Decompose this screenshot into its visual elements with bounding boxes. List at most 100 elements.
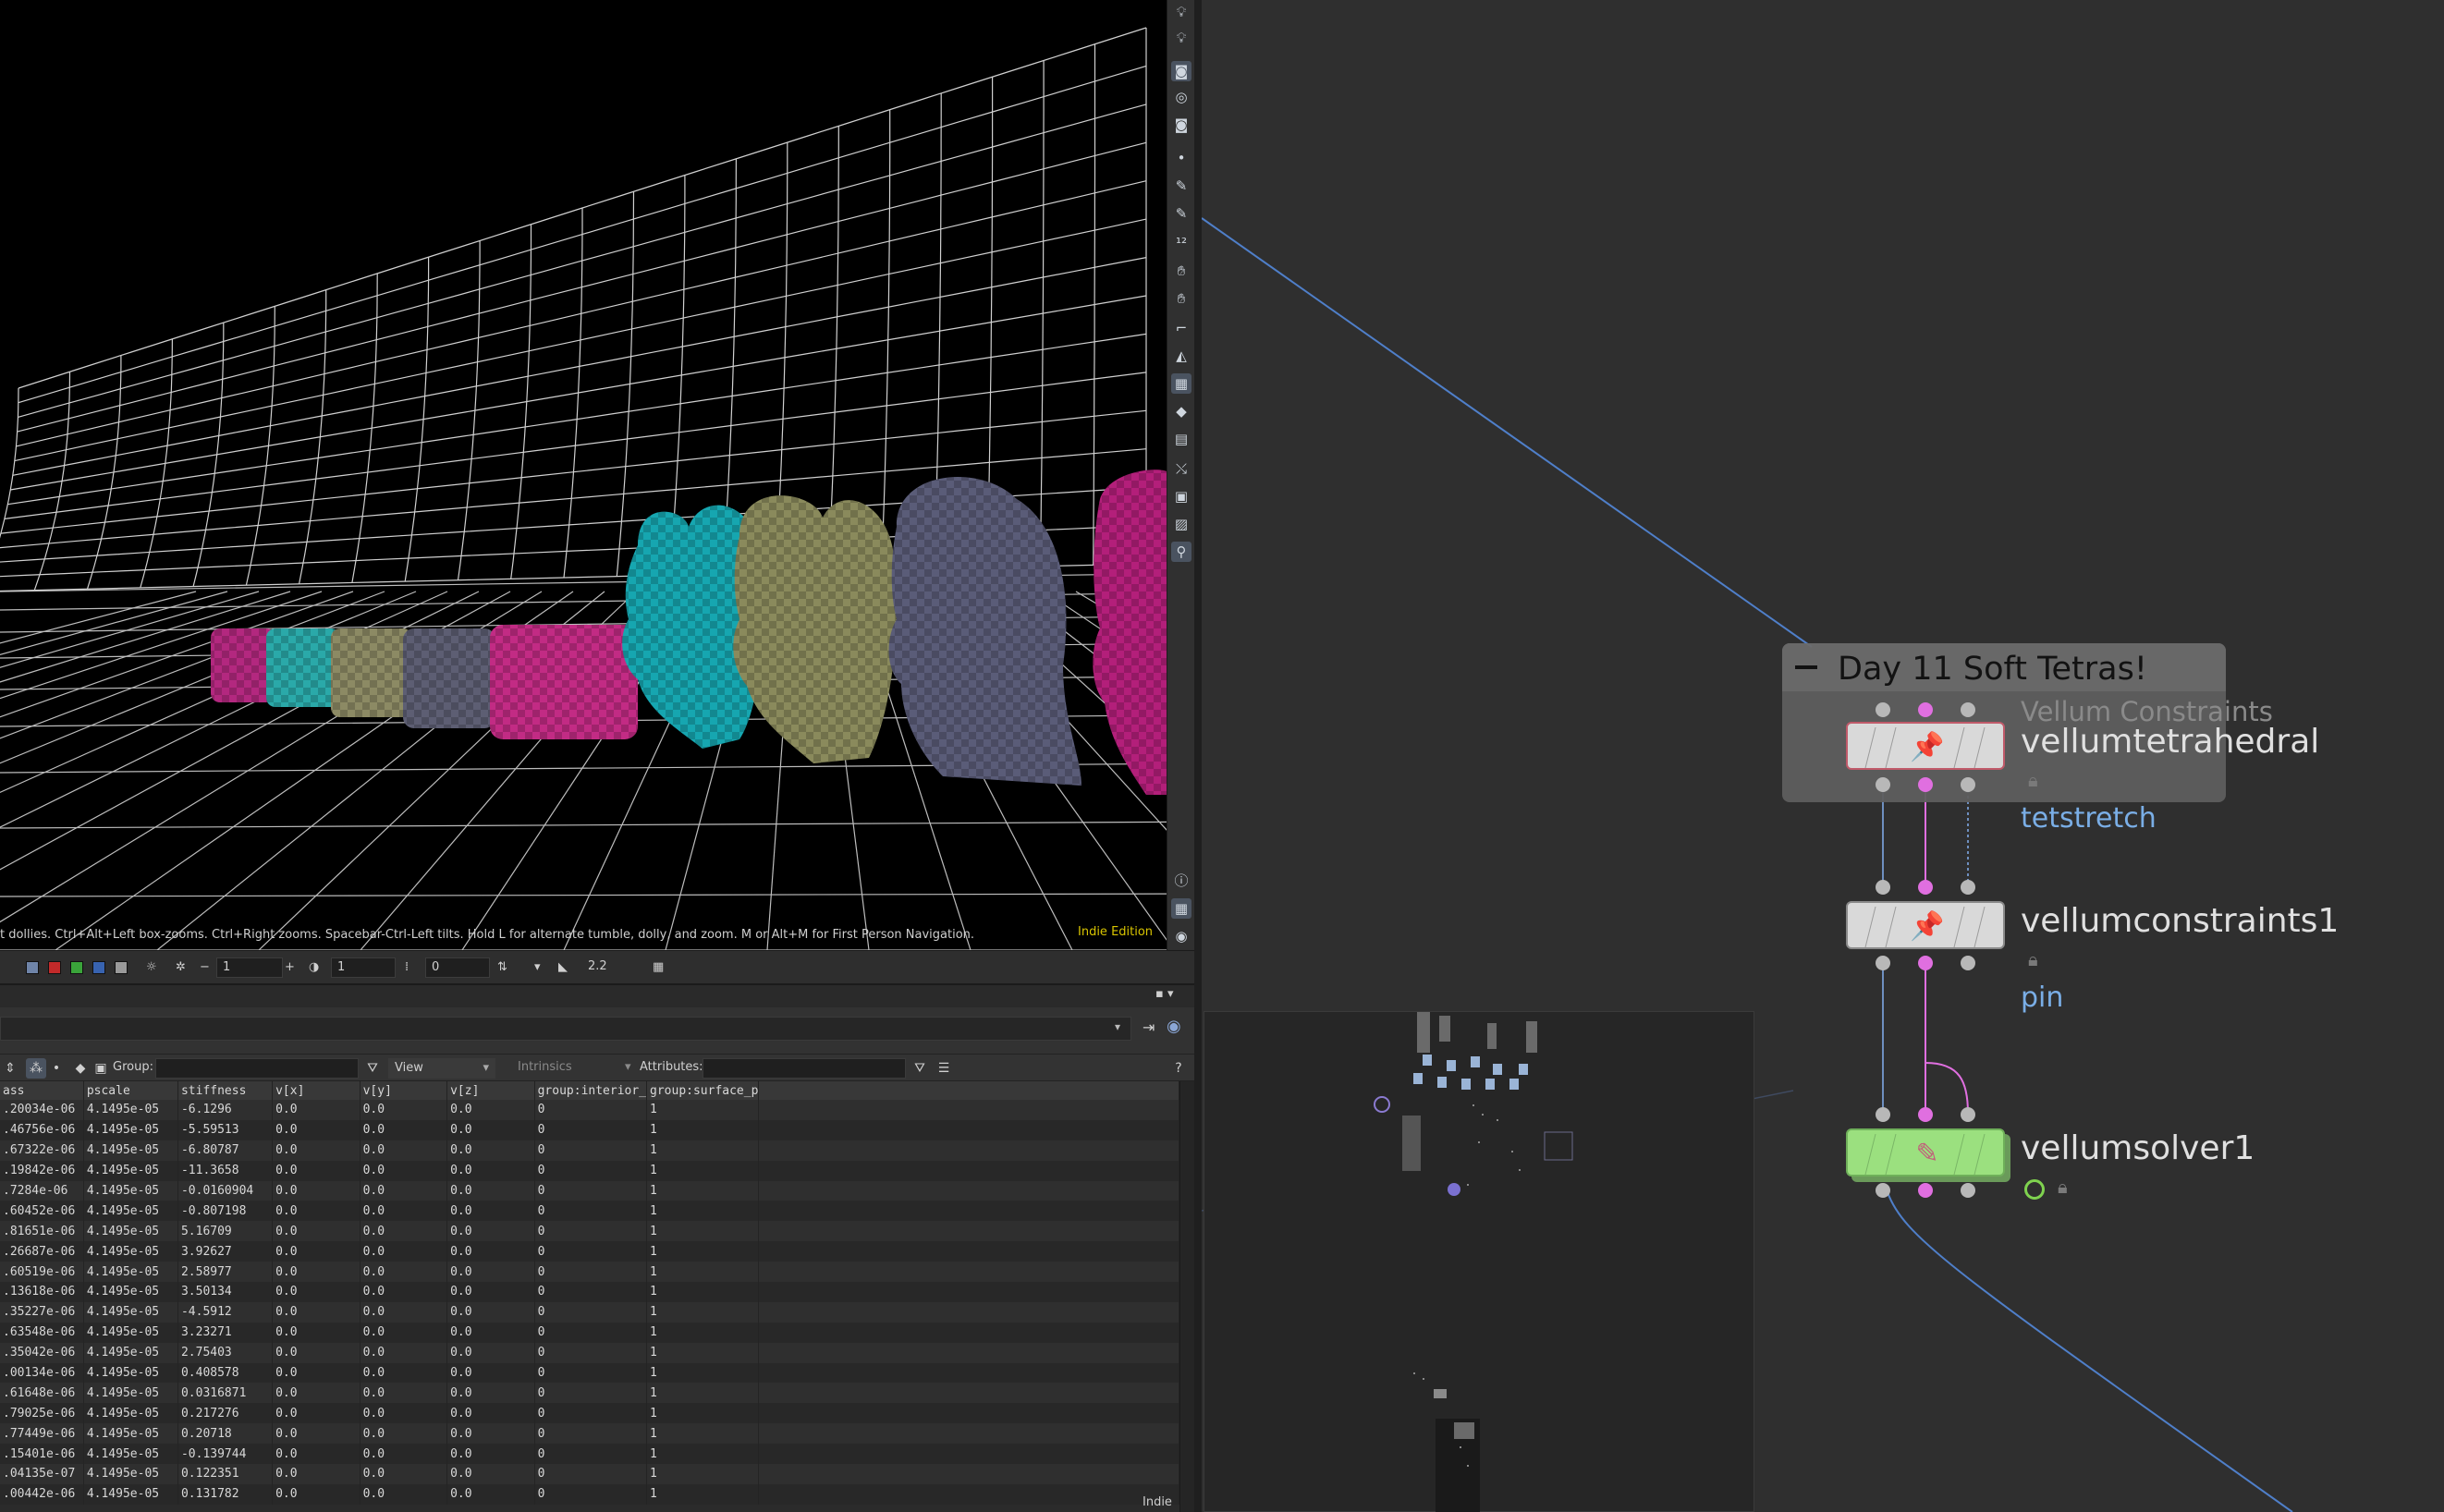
group-field[interactable] <box>155 1058 359 1079</box>
table-row[interactable]: .20034e-06 4.1495e-05 -6.1296 0.0 0.0 0.0 0 1 <box>0 1100 1179 1120</box>
table-cell[interactable]: .20034e-06 <box>0 1100 84 1120</box>
table-cell[interactable]: 0.0 <box>360 1282 448 1302</box>
table-cell[interactable]: 0.0 <box>360 1100 448 1120</box>
columns-icon[interactable]: ☰ <box>934 1058 954 1079</box>
gear-icon[interactable]: ✲ <box>176 957 186 978</box>
output-port[interactable] <box>1918 1183 1933 1198</box>
hand-icon[interactable]: ✋︎ <box>1171 261 1191 281</box>
table-cell[interactable]: 4.1495e-05 <box>83 1342 178 1363</box>
pane-menu-icon[interactable]: ▪ ▾ <box>1155 987 1173 1001</box>
table-cell[interactable]: 0.20718 <box>177 1423 274 1445</box>
table-cell[interactable]: 0.0 <box>360 1322 448 1343</box>
table-cell[interactable]: 0.0 <box>272 1403 360 1424</box>
table-cell[interactable]: -5.59513 <box>177 1119 274 1140</box>
table-cell[interactable]: .19842e-06 <box>0 1160 84 1181</box>
table-row[interactable]: .67322e-06 4.1495e-05 -6.80787 0.0 0.0 0.0 0 1 <box>0 1140 1179 1161</box>
blue-channel-swatch[interactable] <box>92 961 105 974</box>
table-cell[interactable]: 4.1495e-05 <box>83 1221 178 1242</box>
corner-icon[interactable]: ⌐ <box>1171 318 1191 338</box>
table-cell[interactable]: .26687e-06 <box>0 1241 84 1262</box>
table-cell[interactable]: -0.139744 <box>177 1444 274 1465</box>
table-cell[interactable]: 0 <box>534 1180 648 1201</box>
info-icon[interactable]: ⓘ <box>1171 871 1191 891</box>
table-cell[interactable]: 0.0 <box>360 1201 448 1222</box>
table-cell[interactable]: 1 <box>646 1241 760 1262</box>
table-cell[interactable]: 0 <box>534 1241 648 1262</box>
table-cell[interactable]: 4.1495e-05 <box>83 1140 178 1161</box>
table-row[interactable]: .81651e-06 4.1495e-05 5.16709 0.0 0.0 0.0 0 1 <box>0 1221 1179 1242</box>
table-cell[interactable]: 0.0 <box>272 1362 360 1384</box>
vellumconstraints1-node[interactable]: 📌 <box>1846 901 2005 949</box>
table-cell[interactable]: 0.0 <box>446 1221 535 1242</box>
table-cell[interactable]: 0 <box>534 1362 648 1384</box>
table-cell[interactable]: 0 <box>534 1342 648 1363</box>
table-cell[interactable]: 5.16709 <box>177 1221 274 1242</box>
gamma-icon[interactable]: ◣ <box>558 957 568 978</box>
table-row[interactable]: .13618e-06 4.1495e-05 3.50134 0.0 0.0 0.0 0 1 <box>0 1282 1179 1302</box>
table-cell[interactable]: -0.807198 <box>177 1201 274 1222</box>
table-cell[interactable]: 0.0 <box>446 1423 535 1445</box>
table-cell[interactable]: 0.0 <box>272 1282 360 1302</box>
table-cell[interactable]: 0.0 <box>360 1403 448 1424</box>
table-cell[interactable]: 4.1495e-05 <box>83 1119 178 1140</box>
lut-icon[interactable]: ⇅ <box>497 957 507 978</box>
table-cell[interactable]: 0.0 <box>272 1160 360 1181</box>
output-port[interactable] <box>1961 777 1975 792</box>
table-cell[interactable]: 0.0 <box>272 1483 360 1505</box>
updown-icon[interactable]: ⇕ <box>0 1058 20 1079</box>
table-cell[interactable]: 0 <box>534 1383 648 1404</box>
input-port[interactable] <box>1961 1107 1975 1122</box>
table-cell[interactable]: .35227e-06 <box>0 1301 84 1323</box>
table-row[interactable]: .35042e-06 4.1495e-05 2.75403 0.0 0.0 0.0 0 1 <box>0 1342 1179 1363</box>
table-cell[interactable]: 0.0 <box>446 1444 535 1465</box>
table-cell[interactable]: 0.0 <box>272 1423 360 1445</box>
table-cell[interactable]: 3.50134 <box>177 1282 274 1302</box>
display-flag-icon[interactable] <box>2024 1179 2045 1200</box>
table-cell[interactable]: .81651e-06 <box>0 1221 84 1242</box>
table-cell[interactable]: 0.0 <box>272 1262 360 1283</box>
table-cell[interactable]: .60519e-06 <box>0 1262 84 1283</box>
output-port[interactable] <box>1961 1183 1975 1198</box>
table-cell[interactable]: -4.5912 <box>177 1301 274 1323</box>
table-row[interactable]: .04135e-07 4.1495e-05 0.122351 0.0 0.0 0.0 0 1 <box>0 1464 1179 1484</box>
brush-icon[interactable]: ✎ <box>1171 203 1191 224</box>
column-header[interactable]: stiffness <box>177 1081 274 1100</box>
table-cell[interactable]: 1 <box>646 1342 760 1363</box>
input-port[interactable] <box>1876 1107 1890 1122</box>
table-cell[interactable]: 0.0 <box>360 1140 448 1161</box>
light-bulb-icon[interactable]: 💡︎ <box>1171 28 1191 48</box>
table-cell[interactable]: 1 <box>646 1301 760 1323</box>
table-cell[interactable]: 0.0 <box>272 1119 360 1140</box>
lock-icon[interactable]: 🔒︎ <box>2058 1176 2068 1198</box>
input-port[interactable] <box>1918 880 1933 895</box>
table-cell[interactable]: 4.1495e-05 <box>83 1282 178 1302</box>
table-cell[interactable]: 4.1495e-05 <box>83 1262 178 1283</box>
vellumtetrahedral-node[interactable]: 📌 <box>1846 722 2005 770</box>
table-cell[interactable]: 0.0 <box>446 1201 535 1222</box>
input-port[interactable] <box>1918 702 1933 717</box>
image-icon[interactable]: ▨ <box>1171 514 1191 534</box>
table-cell[interactable]: 3.23271 <box>177 1322 274 1343</box>
table-cell[interactable]: 1 <box>646 1119 760 1140</box>
table-cell[interactable]: 4.1495e-05 <box>83 1241 178 1262</box>
table-cell[interactable]: 0 <box>534 1221 648 1242</box>
table-row[interactable]: .15401e-06 4.1495e-05 -0.139744 0.0 0.0 0.0 0 1 <box>0 1444 1179 1465</box>
table-cell[interactable]: 0.0 <box>360 1444 448 1465</box>
table-row[interactable]: .26687e-06 4.1495e-05 3.92627 0.0 0.0 0.0 0 1 <box>0 1241 1179 1262</box>
light-bulb-icon[interactable]: 💡︎ <box>1171 2 1191 22</box>
table-cell[interactable]: 0 <box>534 1301 648 1323</box>
table-cell[interactable]: .61648e-06 <box>0 1383 84 1404</box>
offset-field[interactable]: 0 <box>425 957 490 978</box>
table-row[interactable]: .79025e-06 4.1495e-05 0.217276 0.0 0.0 0.0 0 1 <box>0 1403 1179 1424</box>
table-cell[interactable]: 0.131782 <box>177 1483 274 1505</box>
pane-divider[interactable] <box>1194 0 1202 1512</box>
table-cell[interactable]: 0 <box>534 1464 648 1484</box>
table-cell[interactable]: .00134e-06 <box>0 1362 84 1384</box>
input-port[interactable] <box>1961 880 1975 895</box>
table-cell[interactable]: 4.1495e-05 <box>83 1100 178 1120</box>
table-cell[interactable]: 1 <box>646 1140 760 1161</box>
grid-icon[interactable]: ▦ <box>653 957 664 978</box>
chevron-down-icon[interactable]: ▾ <box>534 957 541 978</box>
table-row[interactable]: .46756e-06 4.1495e-05 -5.59513 0.0 0.0 0.0 0 1 <box>0 1119 1179 1140</box>
lock-icon[interactable]: 🔒︎ <box>2028 769 2038 791</box>
